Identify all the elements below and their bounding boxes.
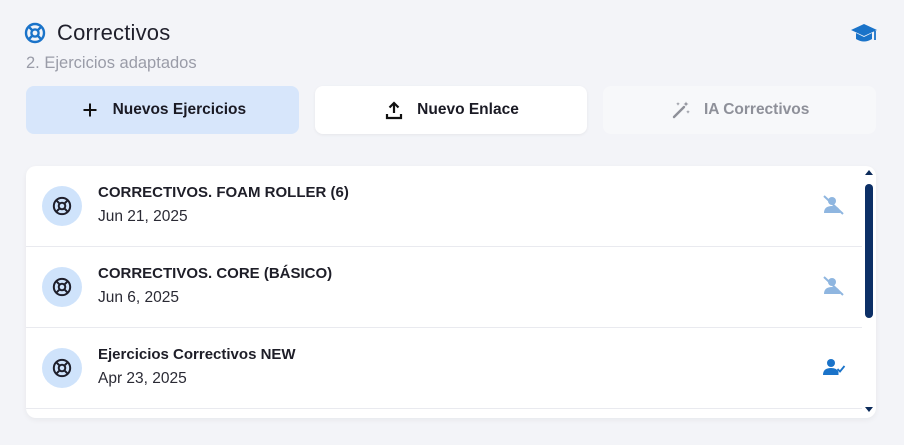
user-check-icon[interactable] [822,356,846,378]
new-link-button[interactable]: Nuevo Enlace [314,86,588,134]
list-item[interactable]: CORRECTIVOS. FOAM ROLLER (6) Jun 21, 202… [26,166,862,247]
list-item[interactable]: CORRECTIVOS. CORE (BÁSICO) Jun 6, 2025 [26,247,862,328]
ai-correctives-button[interactable]: IA Correctivos [603,86,877,134]
new-exercises-button[interactable]: Nuevos Ejercicios [26,86,299,134]
upload-icon [383,99,405,121]
user-off-icon[interactable] [822,194,846,216]
list-item-date: Jun 21, 2025 [98,208,188,225]
page-subtitle: 2. Ejercicios adaptados [26,54,197,72]
new-exercises-label: Nuevos Ejercicios [112,101,247,118]
plus-icon [79,99,101,121]
lifebuoy-icon [42,186,82,226]
action-bar: Nuevos Ejercicios Nuevo Enlace IA Correc… [26,86,877,134]
lifebuoy-icon [24,22,46,44]
magic-wand-icon [670,99,692,121]
user-off-icon[interactable] [822,275,846,297]
new-link-label: Nuevo Enlace [417,101,519,118]
ai-correctives-label: IA Correctivos [703,101,810,118]
scrollbar-thumb[interactable] [865,184,873,318]
page-title: Correctivos [57,20,171,45]
title-row: Correctivos [24,18,878,48]
list-item-title: Ejercicios Correctivos NEW [98,346,296,363]
scroll-up-arrow-icon[interactable] [865,170,873,175]
list-item-date: Jun 6, 2025 [98,289,180,306]
list-item-title: CORRECTIVOS. FOAM ROLLER (6) [98,184,349,201]
list-item-date: Apr 23, 2025 [98,370,187,387]
scroll-down-arrow-icon[interactable] [865,407,873,412]
list-item-title: CORRECTIVOS. CORE (BÁSICO) [98,265,333,282]
scrollbar[interactable] [862,166,876,418]
lifebuoy-icon [42,267,82,307]
lifebuoy-icon [42,348,82,388]
routine-list: CORRECTIVOS. FOAM ROLLER (6) Jun 21, 202… [26,166,876,418]
list-item[interactable]: Ejercicios Correctivos NEW Apr 23, 2025 [26,328,862,409]
page-header: Correctivos 2. Ejercicios adaptados [24,18,878,78]
graduation-cap-icon[interactable] [850,20,878,46]
